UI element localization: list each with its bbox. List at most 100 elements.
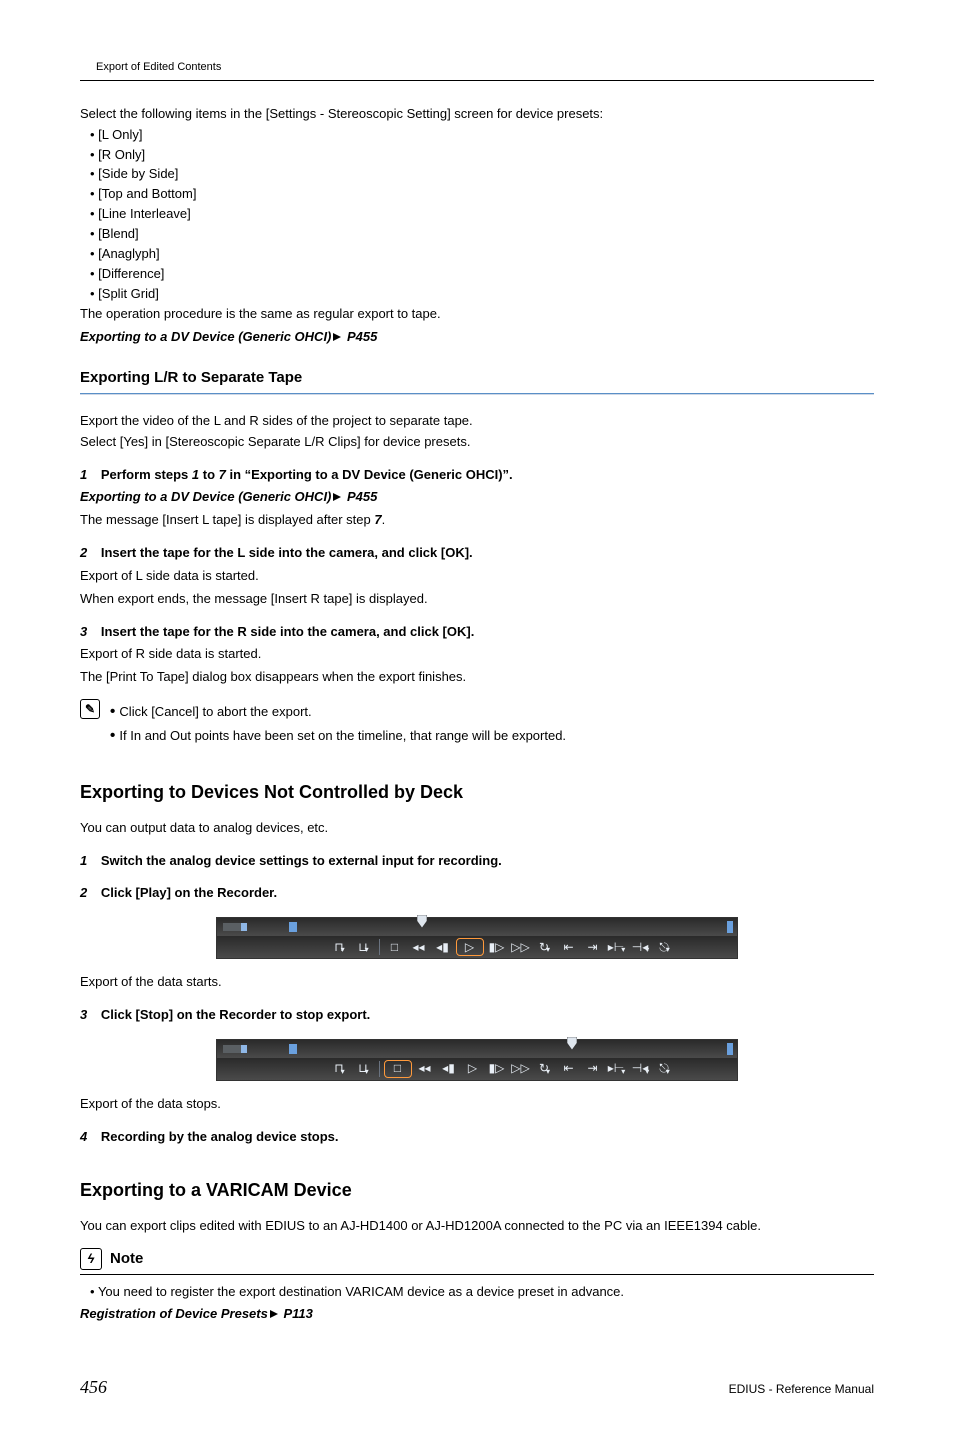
step-detail: Export of the data stops.	[80, 1095, 874, 1114]
next-edit-button[interactable]: ⊣◂▾	[630, 939, 652, 955]
ref-title: Exporting to a DV Device (Generic OHCI)	[80, 489, 331, 504]
ffwd-button[interactable]: ▷▷	[510, 1061, 532, 1077]
set-in-button[interactable]: ⊓▾	[329, 939, 351, 955]
arrow-right-icon	[333, 333, 341, 341]
next-edit-button[interactable]: ⊣◂▾	[630, 1061, 652, 1077]
note-icon: ✎	[80, 699, 100, 719]
step-text: Switch the analog device settings to ext…	[101, 853, 502, 868]
stop-button[interactable]: □	[384, 939, 406, 955]
ref-page: P455	[347, 329, 377, 344]
cross-ref-link[interactable]: Exporting to a DV Device (Generic OHCI) …	[80, 328, 874, 347]
transport-controls: ⊓▾ ⊔▾ □ ◂◂ ◂▮ ▷ ▮▷ ▷▷ ↻▾ ⇤ ⇥ ▸⊢▾ ⊣◂▾ ⎋▾	[217, 1058, 737, 1080]
step-fwd-button[interactable]: ▮▷	[486, 1061, 508, 1077]
info-note: ✎ Click [Cancel] to abort the export. If…	[80, 699, 874, 749]
note-heading: ϟ Note	[80, 1248, 874, 1270]
step-detail: The message [Insert L tape] is displayed…	[80, 511, 874, 530]
list-item: [Split Grid]	[90, 285, 874, 304]
recorder-transport-stop: ⊓▾ ⊔▾ □ ◂◂ ◂▮ ▷ ▮▷ ▷▷ ↻▾ ⇤ ⇥ ▸⊢▾ ⊣◂▾ ⎋▾	[216, 1039, 738, 1081]
arrow-right-icon	[333, 493, 341, 501]
section-heading-devices-no-deck: Exporting to Devices Not Controlled by D…	[80, 779, 874, 805]
step-3: 3 Insert the tape for the R side into th…	[80, 623, 874, 642]
stop-button[interactable]: □	[384, 1060, 412, 1078]
jump-in-button[interactable]: ⇤	[558, 1061, 580, 1077]
intro-text: Select the following items in the [Setti…	[80, 105, 874, 124]
info-item: If In and Out points have been set on th…	[110, 725, 874, 747]
playhead-marker-icon[interactable]	[567, 1037, 577, 1050]
step-back-button[interactable]: ◂▮	[432, 939, 454, 955]
step-detail: Export of R side data is started.	[80, 645, 874, 664]
step-back-button[interactable]: ◂▮	[438, 1061, 460, 1077]
rewind-button[interactable]: ◂◂	[408, 939, 430, 955]
note-list: You need to register the export destinat…	[80, 1283, 874, 1302]
list-item: [Difference]	[90, 265, 874, 284]
loop-button[interactable]: ↻▾	[534, 1061, 556, 1077]
arrow-right-icon	[270, 1310, 278, 1318]
prev-edit-button[interactable]: ▸⊢▾	[606, 939, 628, 955]
out-point-icon[interactable]	[727, 1043, 733, 1055]
ffwd-button[interactable]: ▷▷	[510, 939, 532, 955]
ref-title: Registration of Device Presets	[80, 1306, 268, 1321]
list-item: [Top and Bottom]	[90, 185, 874, 204]
export-button[interactable]: ⎋▾	[654, 939, 676, 955]
jump-out-button[interactable]: ⇥	[582, 939, 604, 955]
section-heading-varicam: Exporting to a VARICAM Device	[80, 1177, 874, 1203]
note-label: Note	[110, 1248, 143, 1270]
step-detail: Export of L side data is started.	[80, 567, 874, 586]
step-1: 1 Perform steps 1 to 7 in “Exporting to …	[80, 466, 874, 485]
ref-page: P113	[283, 1306, 312, 1321]
loop-button[interactable]: ↻▾	[534, 939, 556, 955]
step-number: 4	[80, 1129, 87, 1144]
prev-edit-button[interactable]: ▸⊢▾	[606, 1061, 628, 1077]
list-item: [Side by Side]	[90, 165, 874, 184]
playhead-marker-icon[interactable]	[417, 915, 427, 928]
list-item: [Line Interleave]	[90, 205, 874, 224]
section-heading-lr-separate: Exporting L/R to Separate Tape	[80, 367, 874, 394]
step-detail: Export of the data starts.	[80, 973, 874, 992]
info-item: Click [Cancel] to abort the export.	[110, 701, 874, 723]
step-number: 1	[80, 853, 87, 868]
body-text: You can export clips edited with EDIUS t…	[80, 1217, 874, 1236]
step-3: 3 Click [Stop] on the Recorder to stop e…	[80, 1006, 874, 1025]
breadcrumb: Export of Edited Contents	[80, 60, 874, 81]
step-2: 2 Click [Play] on the Recorder.	[80, 884, 874, 903]
list-item: [Blend]	[90, 225, 874, 244]
step-text: Recording by the analog device stops.	[101, 1129, 339, 1144]
step-detail: When export ends, the message [Insert R …	[80, 590, 874, 609]
cross-ref-link[interactable]: Exporting to a DV Device (Generic OHCI) …	[80, 488, 874, 507]
step-number: 1	[80, 467, 87, 482]
play-button[interactable]: ▷	[462, 1061, 484, 1077]
warning-icon: ϟ	[80, 1248, 102, 1270]
play-button[interactable]: ▷	[456, 938, 484, 956]
jump-out-button[interactable]: ⇥	[582, 1061, 604, 1077]
out-point-icon[interactable]	[727, 921, 733, 933]
step-detail: The [Print To Tape] dialog box disappear…	[80, 668, 874, 687]
step-text: Insert the tape for the L side into the …	[101, 545, 473, 560]
transport-controls: ⊓▾ ⊔▾ □ ◂◂ ◂▮ ▷ ▮▷ ▷▷ ↻▾ ⇤ ⇥ ▸⊢▾ ⊣◂▾ ⎋▾	[217, 936, 737, 958]
step-text: Click [Play] on the Recorder.	[101, 885, 277, 900]
timeline-bar[interactable]	[217, 1040, 737, 1058]
set-out-button[interactable]: ⊔▾	[353, 939, 375, 955]
body-text: Select [Yes] in [Stereoscopic Separate L…	[80, 433, 874, 452]
ref-page: P455	[347, 489, 377, 504]
timeline-bar[interactable]	[217, 918, 737, 936]
intro-after: The operation procedure is the same as r…	[80, 305, 874, 324]
page-number: 456	[80, 1374, 107, 1400]
list-item: [L Only]	[90, 126, 874, 145]
step-number: 2	[80, 545, 87, 560]
step-2: 2 Insert the tape for the L side into th…	[80, 544, 874, 563]
export-button[interactable]: ⎋▾	[654, 1061, 676, 1077]
list-item: [Anaglyph]	[90, 245, 874, 264]
body-text: Export the video of the L and R sides of…	[80, 412, 874, 431]
cross-ref-link[interactable]: Registration of Device Presets P113	[80, 1305, 874, 1324]
set-out-button[interactable]: ⊔▾	[353, 1061, 375, 1077]
body-text: You can output data to analog devices, e…	[80, 819, 874, 838]
step-number: 2	[80, 885, 87, 900]
set-in-button[interactable]: ⊓▾	[329, 1061, 351, 1077]
page-footer: 456 EDIUS - Reference Manual	[80, 1374, 874, 1400]
manual-title: EDIUS - Reference Manual	[729, 1381, 874, 1398]
ref-title: Exporting to a DV Device (Generic OHCI)	[80, 329, 331, 344]
rewind-button[interactable]: ◂◂	[414, 1061, 436, 1077]
step-1: 1 Switch the analog device settings to e…	[80, 852, 874, 871]
step-fwd-button[interactable]: ▮▷	[486, 939, 508, 955]
jump-in-button[interactable]: ⇤	[558, 939, 580, 955]
